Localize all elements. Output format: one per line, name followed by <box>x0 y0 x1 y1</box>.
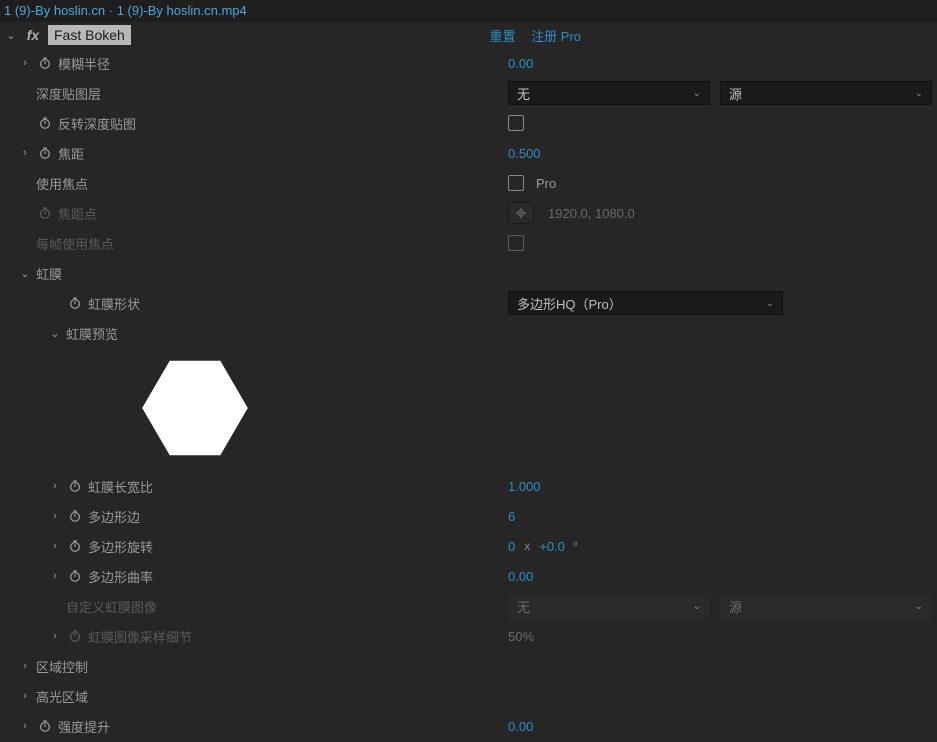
param-label: 高光区域 <box>36 687 88 706</box>
chevron-right-icon[interactable]: › <box>48 630 62 642</box>
param-intensity-boost: › 强度提升 0.00 <box>0 711 937 741</box>
param-label: 焦距点 <box>58 204 97 223</box>
focal-distance-value[interactable]: 0.500 <box>508 146 541 161</box>
intensity-boost-value[interactable]: 0.00 <box>508 719 533 734</box>
blur-radius-value[interactable]: 0.00 <box>508 56 533 71</box>
chevron-down-icon: ⌄ <box>915 601 923 612</box>
custom-iris-source-dropdown: 源 ⌄ <box>720 594 932 618</box>
param-label: 多边形旋转 <box>88 537 153 556</box>
chevron-down-icon: ⌄ <box>766 298 774 309</box>
effect-name[interactable]: Fast Bokeh <box>48 25 131 45</box>
custom-iris-dropdown: 无 ⌄ <box>508 594 710 618</box>
param-focal-distance: › 焦距 0.500 <box>0 138 937 168</box>
param-iris-sample-detail: › 虹膜图像采样细节 50% <box>0 621 937 651</box>
param-label: 虹膜长宽比 <box>88 477 153 496</box>
chevron-right-icon[interactable]: › <box>18 660 32 672</box>
param-iris-aspect: › 虹膜长宽比 1.000 <box>0 471 937 501</box>
chevron-right-icon[interactable]: › <box>48 480 62 492</box>
param-depth-layer: › 深度贴图层 无 ⌄ 源 ⌄ <box>0 78 937 108</box>
stopwatch-icon[interactable] <box>36 144 54 162</box>
param-label: 区域控制 <box>36 657 88 676</box>
param-iris-shape: › 虹膜形状 多边形HQ（Pro） ⌄ <box>0 288 937 318</box>
param-polygon-rotation: › 多边形旋转 0x +0.0 ° <box>0 531 937 561</box>
chevron-right-icon[interactable]: › <box>18 147 32 159</box>
stopwatch-icon[interactable] <box>66 507 84 525</box>
sample-detail-value: 50% <box>508 629 534 644</box>
stopwatch-icon <box>36 204 54 222</box>
param-label: 使用焦点 <box>36 174 88 193</box>
chevron-down-icon: ⌄ <box>693 601 701 612</box>
param-label: 多边形曲率 <box>88 567 153 586</box>
stopwatch-icon <box>66 627 84 645</box>
param-use-focus: › 使用焦点 Pro <box>0 168 937 198</box>
param-highlight-region: › 高光区域 <box>0 681 937 711</box>
invert-depth-checkbox[interactable] <box>508 115 524 131</box>
iris-shape-dropdown[interactable]: 多边形HQ（Pro） ⌄ <box>508 291 783 315</box>
pro-suffix: Pro <box>536 176 556 191</box>
rotation-degrees[interactable]: +0.0 <box>539 539 565 554</box>
stopwatch-icon[interactable] <box>66 294 84 312</box>
param-invert-depth: › 反转深度贴图 <box>0 108 937 138</box>
rotation-revolutions[interactable]: 0 <box>508 539 515 554</box>
chevron-down-icon: ⌄ <box>693 88 701 99</box>
param-label: 多边形边 <box>88 507 140 526</box>
param-label: 深度贴图层 <box>36 84 101 103</box>
param-label: 模糊半径 <box>58 54 110 73</box>
reset-link[interactable]: 重置 <box>490 29 516 44</box>
chevron-right-icon[interactable]: › <box>48 540 62 552</box>
param-label: 虹膜形状 <box>88 294 140 313</box>
param-polygon-sides: › 多边形边 6 <box>0 501 937 531</box>
effect-header: ⌄ fx Fast Bokeh 重置 注册 Pro <box>0 22 937 48</box>
chevron-right-icon[interactable]: › <box>18 690 32 702</box>
depth-layer-dropdown[interactable]: 无 ⌄ <box>508 81 710 105</box>
window-title: 1 (9)-By hoslin.cn · 1 (9)-By hoslin.cn.… <box>0 0 937 22</box>
chevron-right-icon[interactable]: › <box>18 720 32 732</box>
fx-icon[interactable]: fx <box>22 26 44 44</box>
iris-aspect-value[interactable]: 1.000 <box>508 479 541 494</box>
param-blur-radius: › 模糊半径 0.00 <box>0 48 937 78</box>
chevron-right-icon[interactable]: › <box>48 510 62 522</box>
chevron-down-icon[interactable]: ⌄ <box>18 267 32 280</box>
stopwatch-icon[interactable] <box>66 537 84 555</box>
param-region-control: › 区域控制 <box>0 651 937 681</box>
param-label: 自定义虹膜图像 <box>66 597 157 616</box>
stopwatch-icon[interactable] <box>36 717 54 735</box>
chevron-down-icon[interactable]: ⌄ <box>48 327 62 340</box>
use-focus-checkbox[interactable] <box>508 175 524 191</box>
stopwatch-icon[interactable] <box>36 114 54 132</box>
focus-point-coords: 1920.0, 1080.0 <box>548 206 635 221</box>
stopwatch-icon[interactable] <box>66 477 84 495</box>
param-label: 虹膜预览 <box>66 324 118 343</box>
stopwatch-icon[interactable] <box>36 54 54 72</box>
stopwatch-icon[interactable] <box>66 567 84 585</box>
depth-layer-source-dropdown[interactable]: 源 ⌄ <box>720 81 932 105</box>
chevron-right-icon[interactable]: › <box>48 570 62 582</box>
param-label: 虹膜 <box>36 264 62 283</box>
param-polygon-curvature: › 多边形曲率 0.00 <box>0 561 937 591</box>
polygon-curvature-value[interactable]: 0.00 <box>508 569 533 584</box>
per-frame-focus-checkbox <box>508 235 524 251</box>
param-label: 反转深度贴图 <box>58 114 136 133</box>
param-iris-preview: ⌄ 虹膜预览 <box>0 318 937 348</box>
iris-preview-image <box>0 348 937 471</box>
param-label: 焦距 <box>58 144 84 163</box>
chevron-down-icon: ⌄ <box>915 88 923 99</box>
crosshair-icon <box>508 202 534 224</box>
param-label: 强度提升 <box>58 717 110 736</box>
register-pro-link[interactable]: 注册 Pro <box>531 29 581 44</box>
param-label: 每帧使用焦点 <box>36 234 114 253</box>
param-per-frame-focus: › 每帧使用焦点 <box>0 228 937 258</box>
param-focus-point: › 焦距点 1920.0, 1080.0 <box>0 198 937 228</box>
param-custom-iris-image: › 自定义虹膜图像 无 ⌄ 源 ⌄ <box>0 591 937 621</box>
collapse-effect-icon[interactable]: ⌄ <box>4 29 18 42</box>
degree-symbol: ° <box>573 539 578 554</box>
rotation-separator: x <box>524 539 530 553</box>
chevron-right-icon[interactable]: › <box>18 57 32 69</box>
param-iris-group: ⌄ 虹膜 <box>0 258 937 288</box>
param-label: 虹膜图像采样细节 <box>88 627 192 646</box>
polygon-sides-value[interactable]: 6 <box>508 509 515 524</box>
